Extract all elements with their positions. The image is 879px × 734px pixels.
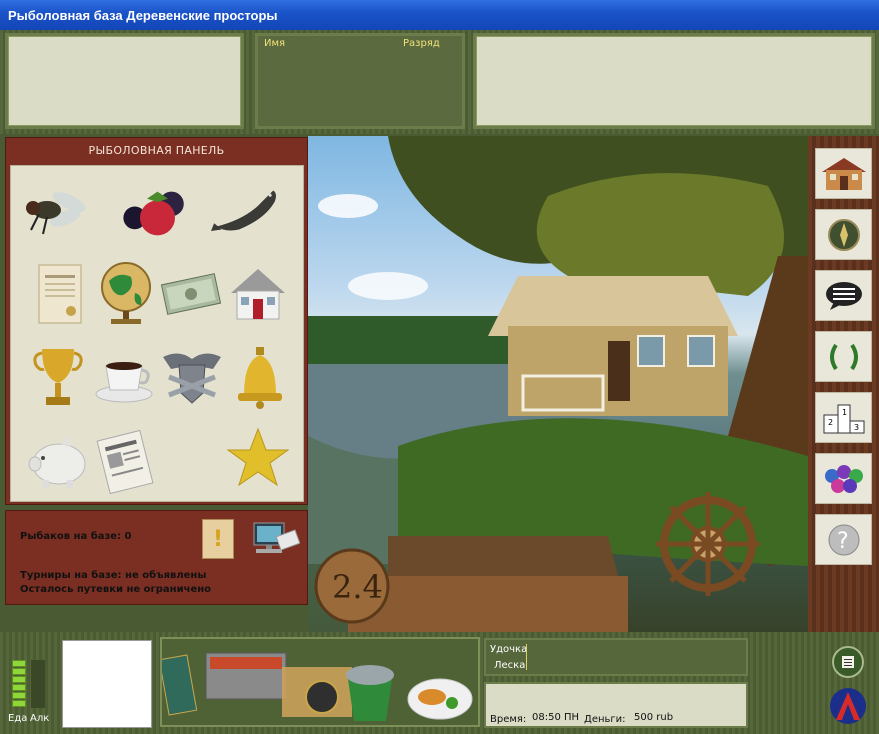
version-sign: 2.4	[332, 568, 383, 606]
help-icon[interactable]: ?	[815, 514, 872, 565]
status-panel: Время: 08:50 ПН Деньги: 500 rub	[484, 682, 748, 728]
time-label: Время:	[490, 714, 527, 725]
chat-icon[interactable]	[815, 270, 872, 321]
fish-bucket-icon[interactable]	[348, 679, 392, 721]
star-icon[interactable]	[223, 422, 293, 494]
book-icon[interactable]	[158, 654, 198, 716]
svg-text:1: 1	[842, 408, 847, 417]
alert-icon[interactable]: !	[202, 519, 234, 559]
player-card-panel	[5, 33, 244, 129]
catfish-icon[interactable]	[211, 174, 281, 246]
trophy-cup-icon[interactable]	[23, 342, 93, 414]
fishing-panel-title: РЫБОЛОВНАЯ ПАНЕЛЬ	[88, 144, 225, 157]
svg-text:2: 2	[828, 418, 833, 427]
vouchers-text: Осталось путевки не ограничено	[20, 584, 212, 595]
time-value: 08:50 ПН	[532, 712, 580, 723]
base-scene[interactable]: 2.4	[308, 136, 808, 632]
alcohol-label: Алк	[30, 713, 50, 724]
scene-illustration: 2.4	[308, 136, 808, 632]
avatar[interactable]	[62, 640, 152, 728]
fishing-panel-grid	[10, 165, 304, 502]
compass-icon[interactable]	[815, 209, 872, 260]
coffee-cup-icon[interactable]	[91, 342, 161, 414]
tackle-items[interactable]	[158, 637, 480, 727]
title-bar: Рыболовная база Деревенские просторы	[0, 0, 879, 30]
logo-icon	[828, 686, 868, 726]
food-label: Еда	[8, 713, 28, 724]
window-title: Рыболовная база Деревенские просторы	[8, 8, 278, 23]
svg-text:?: ?	[837, 529, 849, 554]
svg-text:3: 3	[854, 423, 859, 432]
berries-icon[interactable]	[119, 174, 189, 246]
compass-tool-icon[interactable]	[305, 680, 339, 714]
fishing-panel: РЫБОЛОВНАЯ ПАНЕЛЬ	[5, 137, 308, 505]
name-column-label: Имя	[264, 38, 286, 49]
money-icon[interactable]	[156, 258, 226, 330]
globe-icon[interactable]	[91, 258, 161, 330]
rank-column-label: Разряд	[403, 38, 440, 49]
fly-icon[interactable]	[19, 174, 89, 246]
right-sidebar: 12 3 ?	[808, 136, 879, 632]
eagle-crest-icon[interactable]	[157, 342, 227, 414]
money-value: 500 rub	[634, 712, 674, 723]
money-label: Деньги:	[584, 714, 626, 725]
grapes-icon[interactable]	[815, 453, 872, 504]
gear-panel: Удочка Леска	[484, 638, 748, 676]
bell-icon[interactable]	[225, 342, 295, 414]
rod-label: Удочка	[490, 644, 528, 655]
newspaper-icon[interactable]	[91, 426, 161, 498]
chat-panel[interactable]	[473, 33, 875, 129]
game-window: Рыболовная база Деревенские просторы Имя…	[0, 0, 879, 734]
menu-button[interactable]	[832, 646, 864, 678]
base-info-box: Рыбаков на базе: 0 Турниры на базе: не о…	[5, 510, 308, 605]
alcohol-meter	[31, 660, 45, 708]
player-list-panel[interactable]: Имя Разряд	[255, 33, 465, 129]
tournaments-text: Турниры на базе: не объявлены	[20, 570, 207, 581]
laurel-icon[interactable]	[815, 331, 872, 382]
line-label: Леска	[494, 660, 526, 671]
podium-icon[interactable]: 12 3	[815, 392, 872, 443]
fishers-count-text: Рыбаков на базе: 0	[20, 531, 132, 542]
home-icon[interactable]	[815, 148, 872, 199]
piggy-bank-icon[interactable]	[23, 426, 93, 498]
menu-icon	[842, 656, 854, 668]
computer-icon[interactable]	[248, 521, 301, 559]
certificate-icon[interactable]	[25, 258, 95, 330]
house-icon[interactable]	[223, 258, 293, 330]
